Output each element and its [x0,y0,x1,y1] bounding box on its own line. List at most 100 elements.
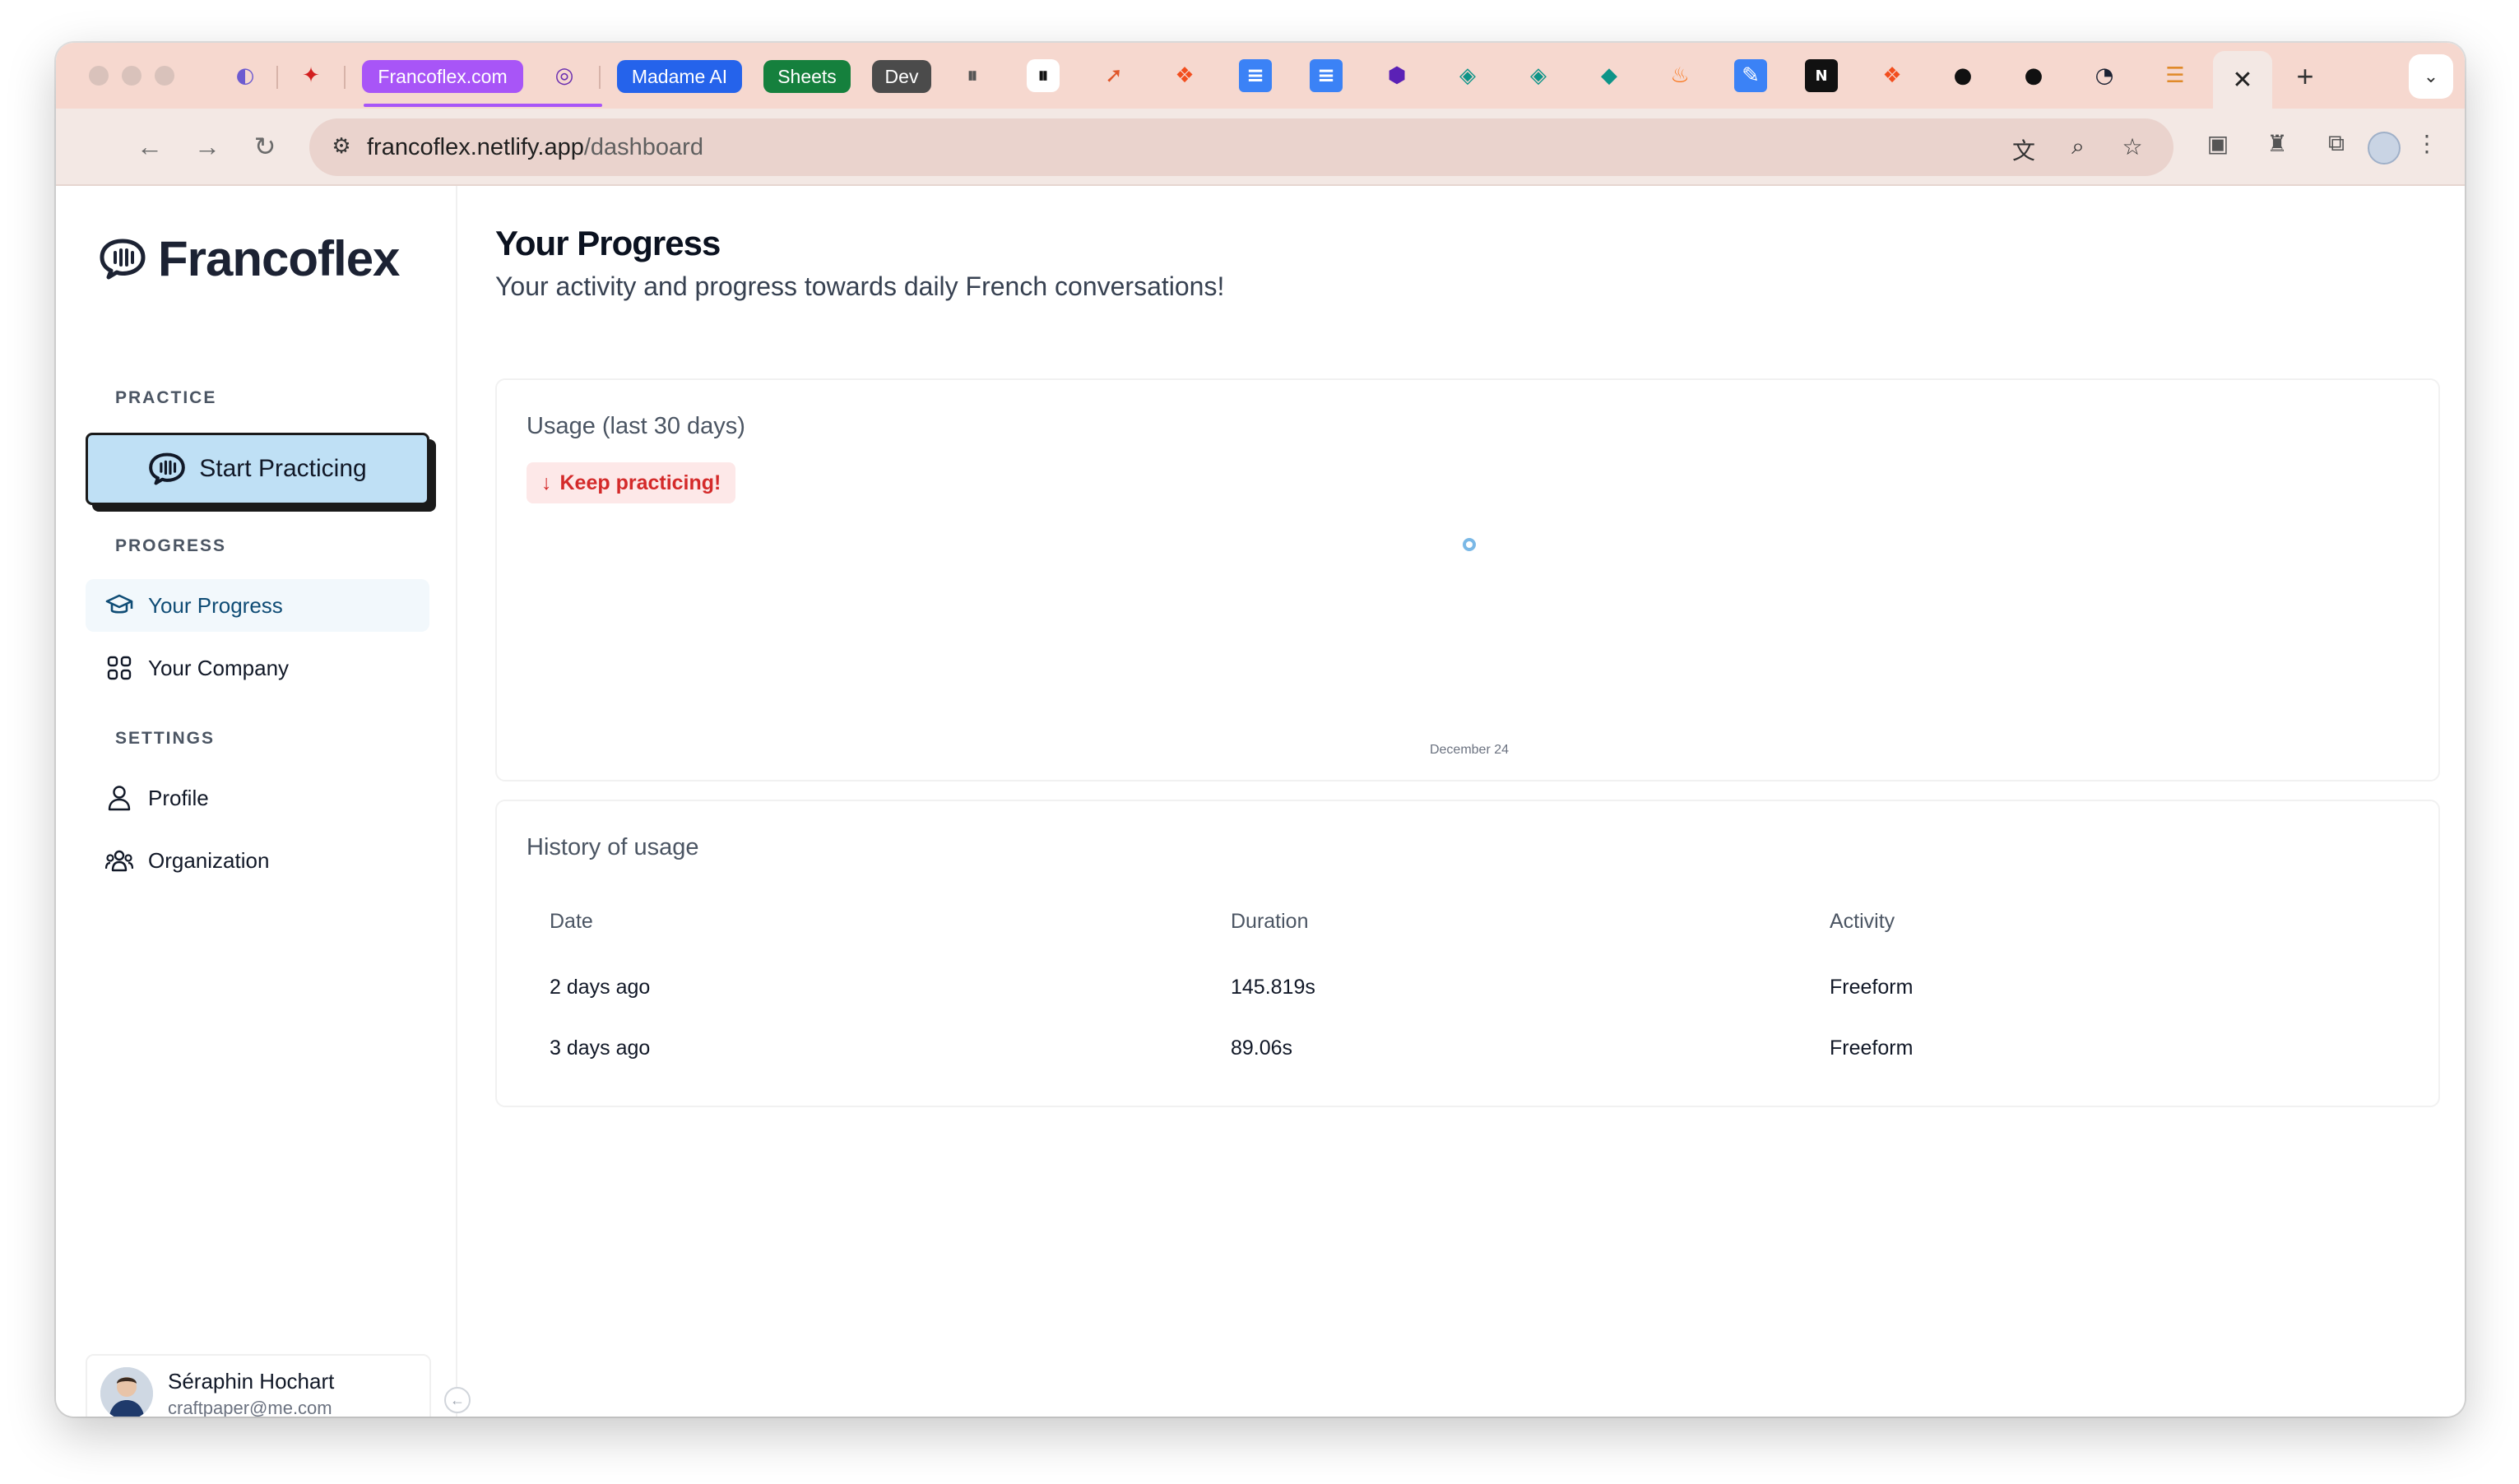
tab-madame-ai[interactable]: Madame AI [617,60,742,93]
maple-leaf-tab-icon[interactable]: ✦ [295,59,327,92]
tab-strip: ◐ ✦ Francoflex.com ◎ Madame AI Sheets De… [56,43,2465,109]
tab-dev-label: Dev [884,65,919,87]
sidebar-item-your-progress[interactable]: Your Progress [86,579,429,632]
arc-tab-icon[interactable]: ◐ [229,59,262,92]
docs-tab-icon[interactable]: ≡ [1310,59,1343,92]
extension-icon[interactable]: ▣ [2201,130,2234,163]
sidebar-item-your-company[interactable]: Your Company [86,642,429,694]
history-card: History of usage Date Duration Activity … [495,800,2440,1107]
column-header-duration[interactable]: Duration [1231,897,1309,946]
flame-tab-icon[interactable]: ♨ [1663,59,1696,92]
close-window-button[interactable] [89,66,109,86]
close-tab-icon[interactable]: ✕ [2232,66,2252,95]
minimize-window-button[interactable] [122,66,141,86]
forward-button[interactable]: → [189,128,225,165]
row-duration: 89.06s [1231,1036,1293,1060]
browser-window: ◐ ✦ Francoflex.com ◎ Madame AI Sheets De… [56,43,2465,1417]
pause-tab-icon[interactable]: ⏸ [1027,59,1060,92]
diamond-circle-tab-icon[interactable]: ◈ [1451,59,1484,92]
extension-icon[interactable]: ♜ [2261,130,2294,163]
docs-tab-icon[interactable]: ≡ [1239,59,1272,92]
reload-icon: ↻ [253,132,276,161]
diamond-tab-icon[interactable]: ◆ [1593,59,1626,92]
chart-point[interactable] [1463,538,1476,551]
users-icon [105,846,133,874]
tab-separator [599,66,601,89]
arrow-left-icon: ← [137,131,163,161]
usage-chart: December 24 [1430,538,1509,757]
row-activity: Freeform [1830,1036,1914,1060]
row-date: 2 days ago [550,976,651,999]
rocket-tab-icon[interactable]: ➚ [1097,59,1130,92]
practice-section-label: PRACTICE [115,388,217,407]
back-button[interactable]: ← [132,128,168,165]
tab-francoflex[interactable]: Francoflex.com [362,60,523,93]
column-header-date[interactable]: Date [550,897,593,946]
history-card-title: History of usage [527,834,699,860]
active-tab[interactable]: ✕ [2213,51,2272,109]
page-content: Francoflex PRACTICE Start Practicing PRO… [56,186,2465,1417]
chat-bubble-icon [100,239,146,279]
table-row[interactable]: 2 days ago 145.819s Freeform [550,962,2409,1012]
profile-avatar[interactable] [2368,132,2401,165]
zoom-icon[interactable]: ⌕ [2063,133,2093,163]
brand-name: Francoflex [158,231,400,286]
start-practicing-label: Start Practicing [199,455,367,482]
tab-francoflex-label: Francoflex.com [378,65,508,87]
row-date: 3 days ago [550,1036,651,1060]
hexagon-tab-icon[interactable]: ⬢ [1380,59,1413,92]
chevron-down-icon: ⌄ [2423,66,2439,86]
figma-tab-icon[interactable]: ❖ [1876,59,1909,92]
pause-circle-tab-icon[interactable]: ⏸ [956,59,989,92]
more-menu-icon[interactable]: ⋮ [2410,130,2443,163]
x-tick-label: December 24 [1430,743,1509,757]
avatar [100,1367,153,1417]
reload-button[interactable]: ↻ [247,128,283,165]
table-header: Date Duration Activity [550,897,2409,946]
sidebar-item-label: Organization [148,847,270,873]
url-host: francoflex.netlify.app [367,134,584,160]
start-practicing-button[interactable]: Start Practicing [86,433,429,505]
user-name: Séraphin Hochart [168,1368,335,1394]
table-row[interactable]: 3 days ago 89.06s Freeform [550,1023,2409,1073]
user-card[interactable]: Séraphin Hochart craftpaper@me.com [86,1354,431,1417]
row-activity: Freeform [1830,976,1914,999]
browser-toolbar: ← → ↻ ⚙ francoflex.netlify.app/dashboard… [56,109,2465,186]
sidebar-item-organization[interactable]: Organization [86,834,429,887]
circle-logo-tab-icon[interactable]: ● [2017,59,2050,92]
bookmark-star-icon[interactable]: ☆ [2118,133,2147,163]
stack-tab-icon[interactable]: ☰ [2159,59,2192,92]
zoom-window-button[interactable] [155,66,174,86]
graduation-cap-icon [105,591,133,619]
perplexity-tab-icon[interactable]: ◎ [548,59,581,92]
settings-section-label: SETTINGS [115,729,216,748]
url-text[interactable]: francoflex.netlify.app/dashboard [367,134,703,161]
nextjs-tab-icon[interactable]: N [1805,59,1838,92]
grid-icon [105,654,133,682]
chat-bubble-tab-icon[interactable]: ◔ [2088,59,2121,92]
brand-logo[interactable]: Francoflex [99,230,400,287]
sidebar: Francoflex PRACTICE Start Practicing PRO… [56,186,471,1417]
figma-tab-icon[interactable]: ❖ [1168,59,1201,92]
puzzle-icon[interactable]: ⧉ [2320,130,2353,163]
tab-dev[interactable]: Dev [872,60,931,93]
page-title: Your Progress [495,224,721,262]
user-info: Séraphin Hochart craftpaper@me.com [168,1369,334,1417]
tab-separator [276,66,278,89]
sidebar-item-profile[interactable]: Profile [86,772,429,824]
active-tab-indicator [364,104,602,107]
column-header-activity[interactable]: Activity [1830,897,1895,946]
user-icon [105,784,133,812]
address-bar[interactable]: ⚙ francoflex.netlify.app/dashboard ⽂ ⌕ ☆ [309,118,2173,176]
tab-sheets-label: Sheets [777,65,837,87]
tab-search-button[interactable]: ⌄ [2409,54,2453,99]
translate-icon[interactable]: ⽂ [2009,133,2039,164]
tab-sheets[interactable]: Sheets [763,60,851,93]
site-settings-icon[interactable]: ⚙ [327,133,355,161]
circle-logo-tab-icon[interactable]: ● [1946,59,1979,92]
diamond-circle-tab-icon[interactable]: ◈ [1522,59,1555,92]
sidebar-item-label: Your Company [148,655,290,680]
pen-tab-icon[interactable]: ✎ [1734,59,1767,92]
new-tab-button[interactable]: + [2287,59,2323,94]
sidebar-item-label: Profile [148,785,209,810]
